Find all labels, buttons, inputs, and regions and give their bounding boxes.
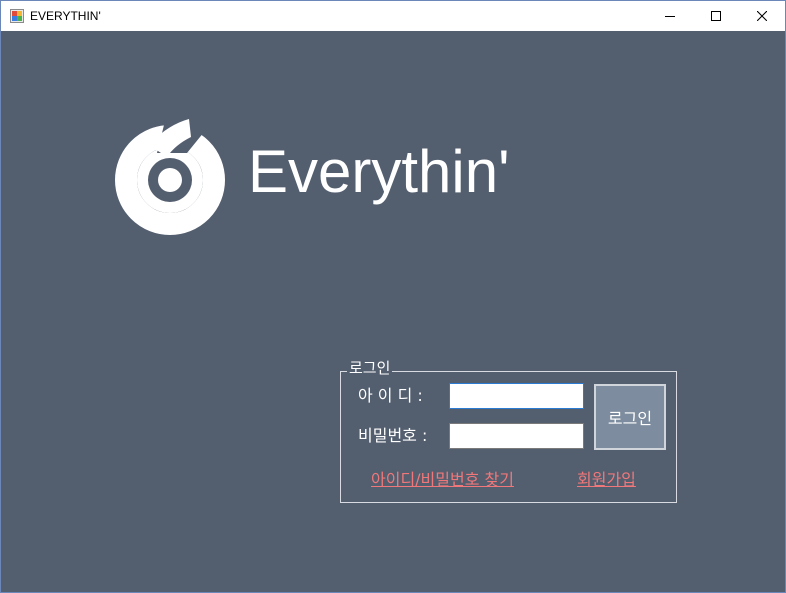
login-button[interactable]: 로그인 [594,384,666,450]
close-icon [757,11,767,21]
window-title: EVERYTHIN' [30,9,101,23]
close-button[interactable] [739,1,785,31]
login-group-title: 로그인 [347,358,393,378]
minimize-button[interactable] [647,1,693,31]
maximize-button[interactable] [693,1,739,31]
app-icon [10,9,24,23]
logo-text: Everythin' [248,138,510,205]
everythin-logo-icon [115,119,225,236]
password-label: 비밀번호 : [358,426,428,445]
maximize-icon [711,11,721,21]
signup-link[interactable]: 회원가입 [577,470,636,490]
title-bar: EVERYTHIN' [1,1,785,31]
id-label: 아 이 디 : [358,386,423,405]
find-id-password-link[interactable]: 아이디/비밀번호 찾기 [371,470,514,490]
password-input[interactable] [449,423,584,449]
app-window: EVERYTHIN' Everythin' 로그인 아 이 디 : 비밀번호 :… [0,0,786,593]
id-input[interactable] [449,383,584,409]
minimize-icon [665,16,675,17]
